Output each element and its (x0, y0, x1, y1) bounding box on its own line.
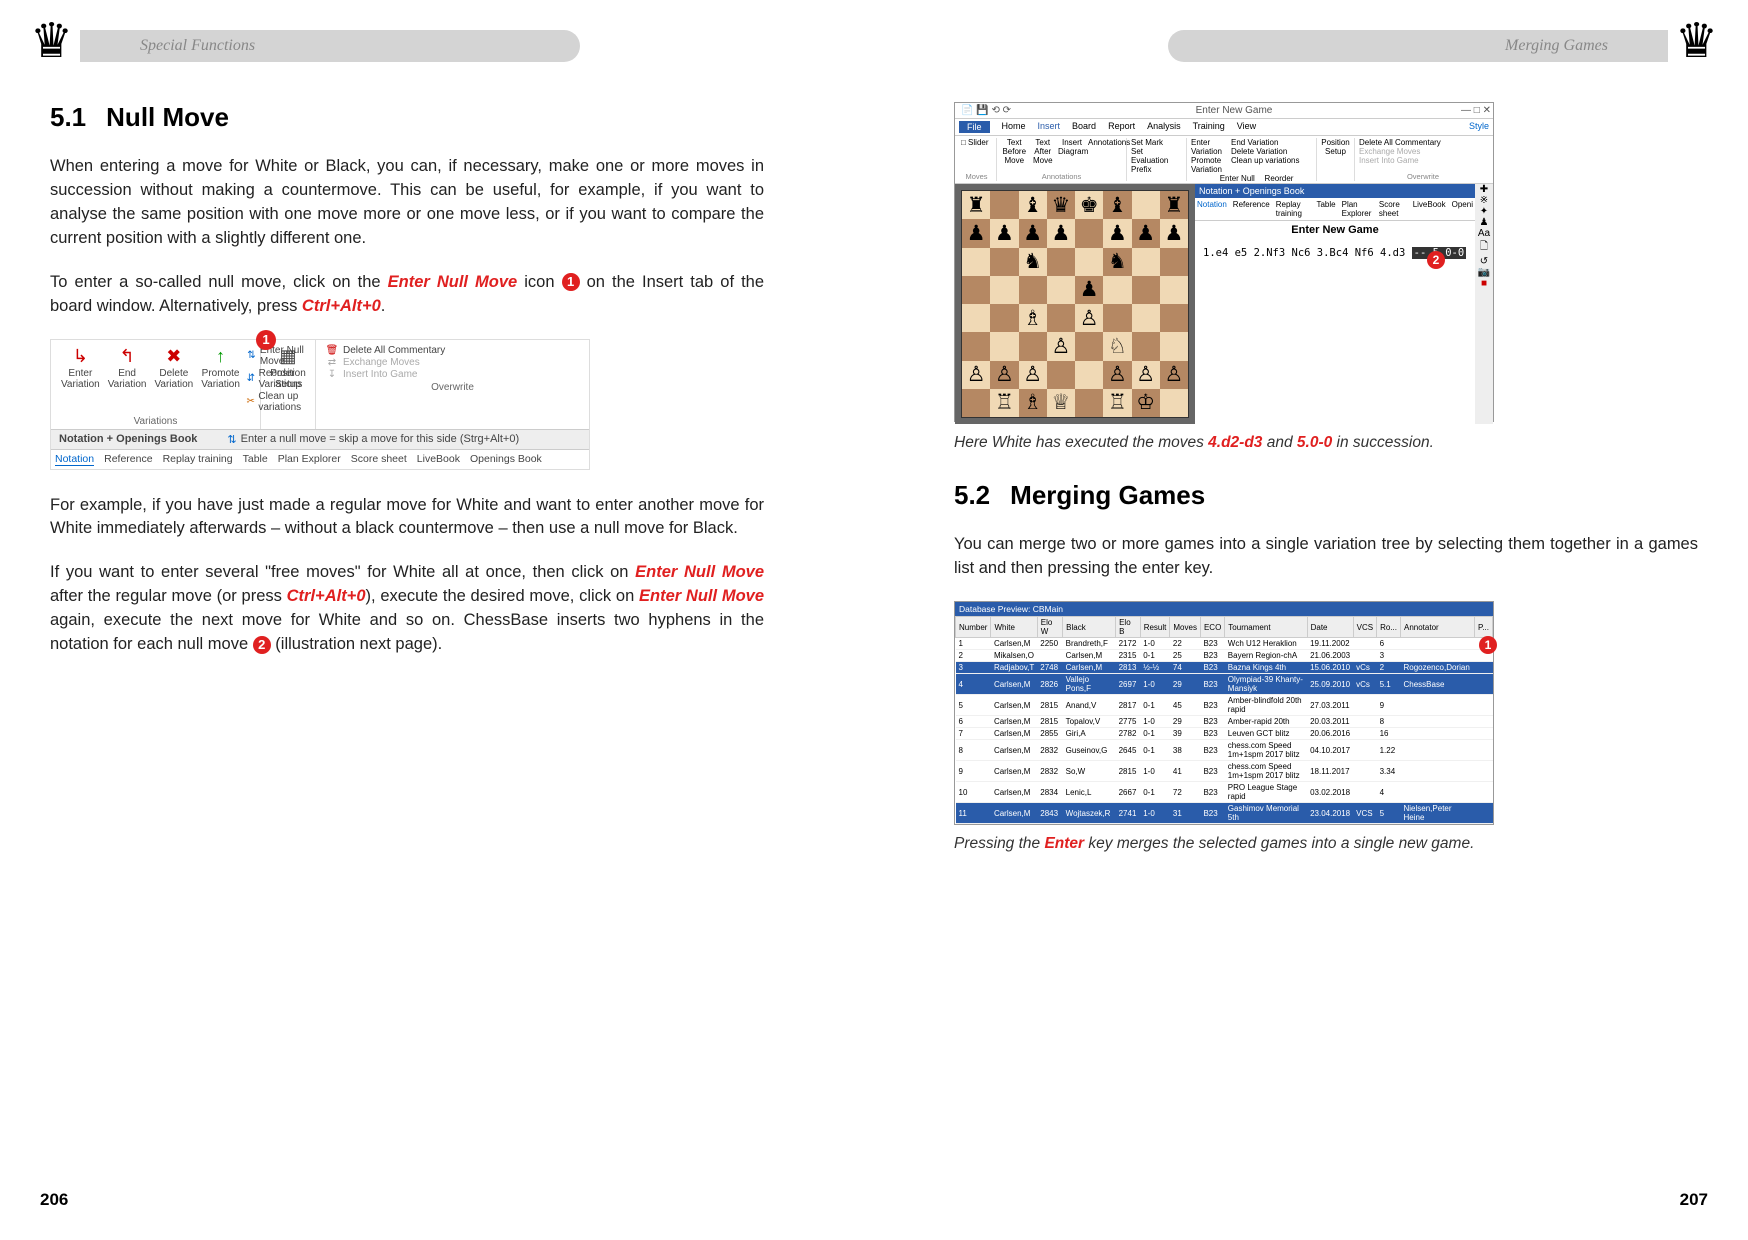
db-preview-header: Database Preview: CBMain (955, 602, 1493, 616)
table-row[interactable]: 11Carlsen,M2843Wojtaszek,R27411-031B23Ga… (956, 803, 1493, 824)
figure-board-window: 📄 💾 ⟲ ⟳ Enter New Game — □ ✕ File Home I… (954, 102, 1494, 422)
exchange-moves-button[interactable]: ⇄Exchange Moves (324, 357, 583, 368)
tab-training[interactable]: Training (1193, 121, 1225, 133)
callout-1: 1 (562, 273, 580, 291)
overwrite-group-label: Overwrite (322, 382, 583, 393)
style-link[interactable]: Style (1469, 121, 1489, 133)
variations-group-label: Variations (57, 416, 254, 427)
table-row[interactable]: 3Radjabov,T2748Carlsen,M2813½-½74B23Bazn… (956, 662, 1493, 674)
end-variation-button[interactable]: ↰End Variation (104, 344, 151, 414)
games-table[interactable]: NumberWhiteElo WBlackElo BResultMovesECO… (955, 616, 1493, 824)
section-5-1-heading: 5.1 Null Move (50, 102, 764, 133)
paragraph-4: If you want to enter several "free moves… (50, 561, 764, 657)
promote-variation-button[interactable]: ↑Promote Variation (197, 344, 244, 414)
notation-pane-header: Notation + Openings Book (1195, 184, 1475, 198)
paragraph-5: You can merge two or more games into a s… (954, 533, 1698, 581)
header-right-text: Merging Games (1505, 37, 1608, 55)
figure-callout-1-db: 1 (1479, 636, 1497, 654)
section-number: 5.1 (50, 102, 86, 132)
queen-icon: ♛ (30, 18, 73, 66)
page-right: ♛ Merging Games 📄 💾 ⟲ ⟳ Enter New Game —… (874, 0, 1748, 1240)
tab-insert[interactable]: Insert (1038, 121, 1061, 133)
figure-3-caption: Pressing the Enter key merges the select… (954, 833, 1698, 855)
tab-file[interactable]: File (959, 121, 990, 133)
figure-ribbon-variations: 1 ↳Enter Variation ↰End Variation ✖Delet… (50, 339, 590, 470)
callout-2: 2 (253, 636, 271, 654)
tab-home[interactable]: Home (1002, 121, 1026, 133)
table-row[interactable]: 7Carlsen,M2855Giri,A27820-139B23Leuven G… (956, 728, 1493, 740)
paragraph-3: For example, if you have just made a reg… (50, 494, 764, 542)
section-title: Merging Games (1010, 480, 1205, 510)
shortcut-ref: Ctrl+Alt+0 (302, 297, 381, 315)
table-row[interactable]: 4Carlsen,M2826Vallejo Pons,F26971-029B23… (956, 674, 1493, 695)
tab-livebook[interactable]: LiveBook (417, 453, 460, 466)
tab-reference[interactable]: Reference (104, 453, 152, 466)
page-left: ♛ Special Functions 5.1 Null Move When en… (0, 0, 874, 1240)
header-pill-right: Merging Games (1168, 30, 1668, 62)
tab-view[interactable]: View (1237, 121, 1256, 133)
table-row[interactable]: 6Carlsen,M2815Topalov,V27751-029B23Amber… (956, 716, 1493, 728)
paragraph-2: To enter a so-called null move, click on… (50, 271, 764, 319)
section-5-2-heading: 5.2 Merging Games (954, 480, 1698, 511)
header-right: Merging Games (924, 30, 1668, 62)
section-title: Null Move (106, 102, 229, 132)
window-title: Enter New Game (1037, 105, 1431, 116)
position-setup-button[interactable]: ▦Position Setup (267, 344, 309, 392)
tab-notation[interactable]: Notation (55, 453, 94, 466)
figure-2-caption: Here White has executed the moves 4.d2-d… (954, 432, 1698, 454)
tab-plan[interactable]: Plan Explorer (278, 453, 341, 466)
insert-into-game-button[interactable]: ↧Insert Into Game (324, 369, 583, 380)
figure-database-table: 1 Database Preview: CBMain NumberWhiteEl… (954, 601, 1494, 825)
table-row[interactable]: 8Carlsen,M2832Guseinov,G26450-138B23ches… (956, 740, 1493, 761)
header-pill-left: Special Functions (80, 30, 580, 62)
tab-report[interactable]: Report (1108, 121, 1135, 133)
page-number-right: 207 (1680, 1190, 1708, 1210)
main-tabs: File Home Insert Board Report Analysis T… (955, 119, 1493, 136)
delete-variation-button[interactable]: ✖Delete Variation (150, 344, 197, 414)
enter-variation-button[interactable]: ↳Enter Variation (57, 344, 104, 414)
queen-icon: ♛ (1675, 18, 1718, 66)
table-row[interactable]: 9Carlsen,M2832So,W28151-041B23chess.com … (956, 761, 1493, 782)
tab-replay[interactable]: Replay training (163, 453, 233, 466)
tooltip-text: Enter a null move = skip a move for this… (241, 433, 520, 445)
delete-commentary-button[interactable]: 🗑Delete All Commentary (324, 345, 583, 356)
table-row[interactable]: 1Carlsen,M2250Brandreth,F21721-022B23Wch… (956, 638, 1493, 650)
figure-callout-2: 2 (1427, 251, 1445, 269)
header-left: Special Functions (80, 30, 794, 62)
tab-openings[interactable]: Openings Book (470, 453, 542, 466)
header-left-text: Special Functions (140, 37, 255, 55)
section-number: 5.2 (954, 480, 990, 510)
notation-title: Enter New Game (1195, 221, 1475, 239)
page-number-left: 206 (40, 1190, 68, 1210)
figure-callout-1: 1 (256, 330, 276, 350)
enter-null-move-ref: Enter Null Move (388, 273, 518, 291)
tab-table[interactable]: Table (243, 453, 268, 466)
tab-analysis[interactable]: Analysis (1147, 121, 1181, 133)
tab-score[interactable]: Score sheet (351, 453, 407, 466)
paragraph-1: When entering a move for White or Black,… (50, 155, 764, 251)
chess-board[interactable]: ♜♝♛♚♝♜♟♟♟♟♟♟♟♞♞♟♗♙♙♘♙♙♙♙♙♙♖♗♕♖♔ (955, 184, 1195, 424)
sidebar-icon[interactable]: ✚ (1475, 184, 1493, 195)
tab-board[interactable]: Board (1072, 121, 1096, 133)
notation-tabs: Notation Reference Replay training Table… (51, 450, 589, 469)
table-row[interactable]: 5Carlsen,M2815Anand,V28170-145B23Amber-b… (956, 695, 1493, 716)
table-row[interactable]: 2Mikalsen,OCarlsen,M23150-125B23Bayern R… (956, 650, 1493, 662)
table-row[interactable]: 10Carlsen,M2834Lenic,L26670-172B23PRO Le… (956, 782, 1493, 803)
notation-book-label: Notation + Openings Book (59, 433, 197, 445)
